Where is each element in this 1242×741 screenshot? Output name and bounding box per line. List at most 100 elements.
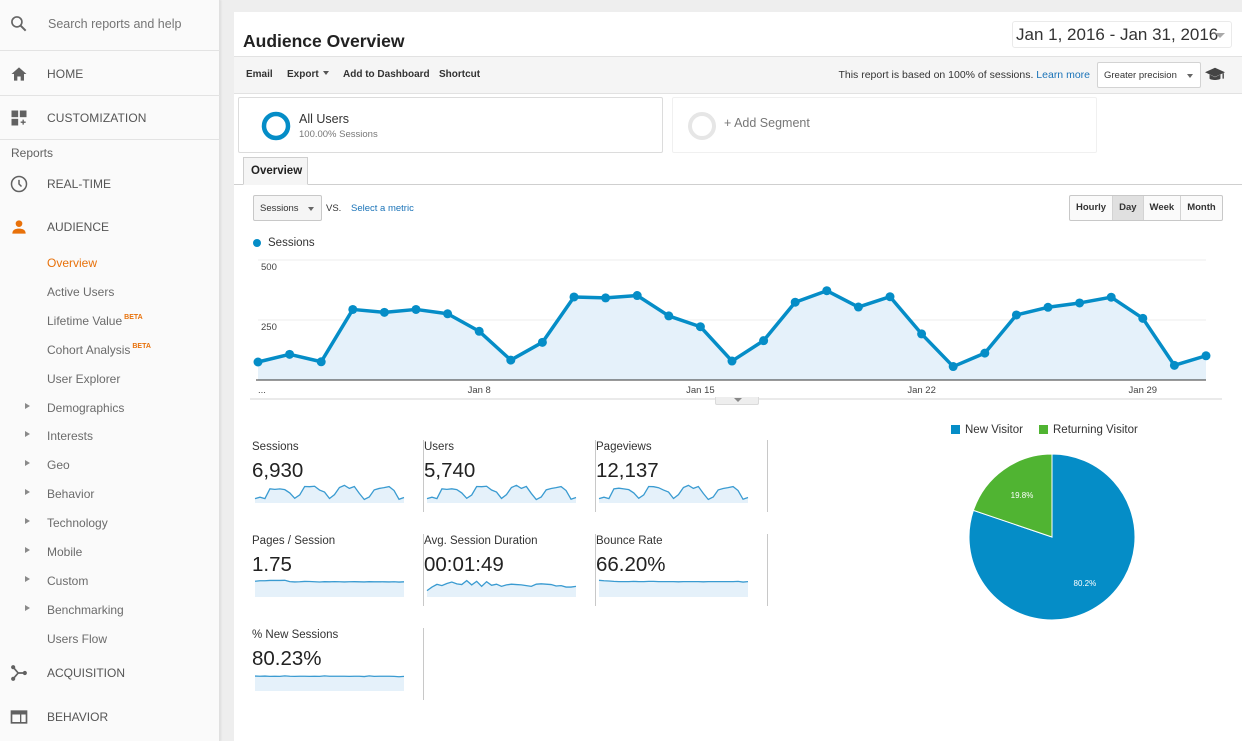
data-point[interactable] [253,357,263,367]
data-point[interactable] [1011,310,1021,320]
data-point[interactable] [443,309,453,319]
data-point[interactable] [759,336,769,346]
legend-swatch [1039,425,1048,434]
day-button[interactable]: Day [1112,196,1143,220]
data-point[interactable] [917,329,927,339]
metric-value: 5,740 [424,459,476,482]
expand-arrow-icon[interactable] [25,604,30,611]
expand-arrow-icon[interactable] [25,402,30,409]
hourly-button[interactable]: Hourly [1070,196,1112,220]
learn-more-link[interactable]: Learn more [1036,69,1090,81]
expand-arrow-icon[interactable] [25,518,30,525]
data-point[interactable] [1169,360,1179,370]
tab-overview[interactable]: Overview [243,157,308,185]
metric-bounce-rate[interactable]: Bounce Rate 66.20% [596,534,768,606]
data-point[interactable] [379,307,389,317]
sidebar-subitem-custom[interactable]: Custom [0,570,220,592]
metric-value: 80.23% [252,647,322,670]
y-tick-label: 500 [261,262,277,273]
email-button[interactable]: Email [246,69,273,80]
metric-pages-session[interactable]: Pages / Session 1.75 [252,534,424,606]
metric-value: 66.20% [596,553,666,576]
add-to-dashboard-button[interactable]: Add to Dashboard [343,69,430,80]
expand-arrow-icon[interactable] [25,460,30,467]
sidebar-subitem-benchmarking[interactable]: Benchmarking [0,599,220,621]
legend-label-sessions: Sessions [268,237,315,249]
sidebar-item-behavior[interactable]: BEHAVIOR [0,702,220,732]
sidebar-subitem-behavior[interactable]: Behavior [0,483,220,505]
data-point[interactable] [727,356,737,366]
export-button[interactable]: Export [287,69,329,80]
sparkline-line [254,675,405,678]
data-point[interactable] [695,322,705,332]
segment-all-users[interactable]: All Users 100.00% Sessions [238,97,663,153]
search-bar[interactable]: Search reports and help [0,0,220,51]
sidebar-item-acquisition[interactable]: ACQUISITION [0,658,220,688]
data-point[interactable] [980,348,990,358]
graduation-cap-icon[interactable] [1204,65,1226,85]
sidebar-item-audience[interactable]: AUDIENCE [0,212,220,242]
metric-avg-session-duration[interactable]: Avg. Session Duration 00:01:49 [424,534,596,606]
expand-arrow-icon[interactable] [25,431,30,438]
metric-new-sessions[interactable]: % New Sessions 80.23% [252,628,424,700]
data-point[interactable] [506,355,516,365]
chart-collapse-handle[interactable] [715,397,759,405]
sidebar-subitem-label: Mobile [47,545,82,559]
data-point[interactable] [948,362,958,372]
data-point[interactable] [569,292,579,302]
data-point[interactable] [790,297,800,307]
sidebar-item-customization[interactable]: CUSTOMIZATION [0,96,220,140]
sidebar-subitem-user-explorer[interactable]: User Explorer [0,368,220,390]
x-tick-label: Jan 8 [468,385,491,396]
sidebar-subitem-lifetime-value[interactable]: Lifetime Value BETA [0,310,220,332]
data-point[interactable] [348,304,358,314]
sidebar-subitem-overview[interactable]: Overview [0,252,220,274]
expand-arrow-icon[interactable] [25,575,30,582]
shortcut-button[interactable]: Shortcut [439,69,480,80]
segment-ring-icon [261,111,291,141]
sidebar-subitem-cohort-analysis[interactable]: Cohort Analysis BETA [0,339,220,361]
month-button[interactable]: Month [1180,196,1222,220]
date-range-picker[interactable]: Jan 1, 2016 - Jan 31, 2016 [1012,21,1232,48]
expand-arrow-icon[interactable] [25,547,30,553]
data-point[interactable] [632,291,642,301]
data-point[interactable] [1106,292,1116,302]
sidebar-item-home[interactable]: HOME [0,52,220,96]
data-point[interactable] [1201,351,1211,361]
data-point[interactable] [1075,298,1085,308]
data-point[interactable] [822,286,832,296]
data-point[interactable] [664,311,674,321]
sidebar-subitem-mobile[interactable]: Mobile [0,541,220,563]
metric-pageviews[interactable]: Pageviews 12,137 [596,440,768,512]
add-segment-button[interactable]: + Add Segment [672,97,1097,153]
metric-select[interactable]: Sessions [253,195,322,221]
week-button[interactable]: Week [1142,196,1181,220]
search-input[interactable]: Search reports and help [48,17,181,31]
sidebar-subitem-demographics[interactable]: Demographics [0,397,220,419]
data-point[interactable] [601,293,611,303]
metric-sessions[interactable]: Sessions 6,930 [252,440,424,512]
data-point[interactable] [1043,302,1053,312]
expand-arrow-icon[interactable] [25,489,30,496]
sidebar-subitem-interests[interactable]: Interests [0,425,220,447]
data-point[interactable] [885,292,895,302]
sidebar-subitem-geo[interactable]: Geo [0,454,220,476]
sidebar-subitem-technology[interactable]: Technology [0,512,220,534]
precision-select[interactable]: Greater precision [1097,62,1201,88]
data-point[interactable] [411,304,421,314]
data-point[interactable] [853,302,863,312]
sidebar-subitem-users-flow[interactable]: Users Flow [0,628,220,650]
data-point[interactable] [316,357,326,367]
sidebar-item-real-time[interactable]: REAL-TIME [0,169,220,199]
data-point[interactable] [285,349,295,359]
metric-users[interactable]: Users 5,740 [424,440,596,512]
data-point[interactable] [537,337,547,347]
sidebar-subitem-text: Users Flow [47,631,108,646]
select-metric-link[interactable]: Select a metric [351,203,414,214]
chevron-down-icon [1187,74,1193,78]
data-point[interactable] [474,326,484,336]
sidebar-subitem-label: Benchmarking [47,603,124,617]
sessions-line [257,288,1207,369]
data-point[interactable] [1138,313,1148,323]
sidebar-subitem-active-users[interactable]: Active Users [0,281,220,303]
